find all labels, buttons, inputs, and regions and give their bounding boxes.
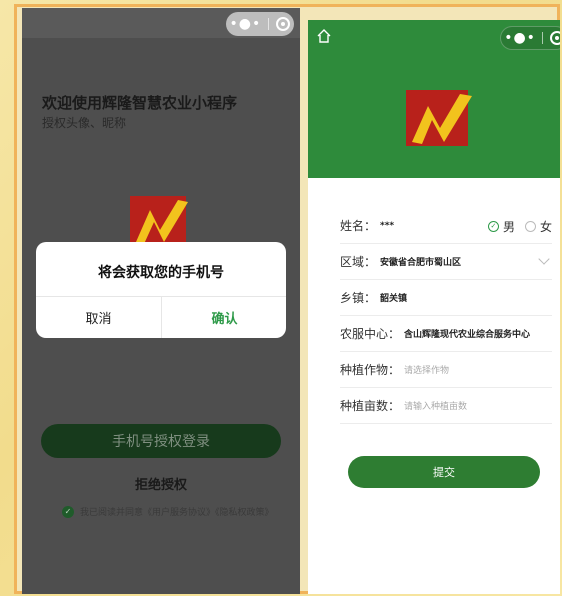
crop-label: 种植作物： [340, 363, 401, 377]
area-label: 种植亩数： [340, 399, 401, 413]
area-input[interactable]: 请输入种植亩数 [404, 399, 467, 412]
capsule-divider [542, 32, 544, 44]
more-dots-icon[interactable]: •●• [230, 17, 262, 31]
home-icon[interactable] [316, 28, 332, 44]
header-banner: •●• [308, 20, 560, 178]
close-target-icon[interactable] [276, 17, 291, 31]
name-label: 姓名： [340, 219, 377, 233]
crop-select[interactable]: 请选择作物 [404, 363, 449, 376]
refuse-auth-link[interactable]: 拒绝授权 [22, 474, 300, 493]
profile-form: 姓名： *** ✓ 男 女 区域： 安徽省合肥市蜀山区 乡镇： 韶关镇 农服中心… [340, 208, 552, 424]
gender-male-label: 男 [502, 219, 515, 234]
submit-button[interactable]: 提交 [348, 456, 540, 488]
huilong-logo [406, 90, 472, 146]
cancel-button[interactable]: 取消 [36, 297, 161, 338]
gender-selector: ✓ 男 女 [487, 208, 552, 244]
agree-check-icon[interactable]: ✓ [62, 505, 74, 518]
town-label: 乡镇： [340, 291, 377, 305]
more-dots-icon[interactable]: •●• [504, 31, 536, 45]
area-row[interactable]: 种植亩数： 请输入种植亩数 [340, 388, 552, 424]
gender-female-option[interactable]: 女 [524, 218, 552, 235]
radio-unchecked-icon [524, 220, 536, 232]
agreement-text: 我已阅读并同意《用户服务协议》《隐私权政策》 [80, 508, 274, 518]
profile-form-screen: •●• 姓名： *** ✓ 男 女 区域： 安徽省合肥市蜀山区 乡镇： 韶关镇 … [308, 20, 560, 594]
dialog-title: 将会获取您的手机号 [98, 265, 224, 281]
mini-program-capsule: •●• [226, 12, 294, 36]
service-center-value: 含山辉隆现代农业综合服务中心 [404, 330, 531, 340]
radio-checked-icon: ✓ [487, 220, 499, 232]
crop-row[interactable]: 种植作物： 请选择作物 [340, 352, 552, 388]
close-target-icon[interactable] [549, 31, 560, 45]
service-center-row[interactable]: 农服中心： 含山辉隆现代农业综合服务中心 [340, 316, 552, 352]
name-row: 姓名： *** ✓ 男 女 [340, 208, 552, 244]
gender-female-label: 女 [539, 219, 552, 234]
town-value: 韶关镇 [380, 294, 408, 304]
agreement-row: ✓ 我已阅读并同意《用户服务协议》《隐私权政策》 [62, 505, 274, 518]
welcome-title: 欢迎使用辉隆智慧农业小程序 [42, 94, 238, 112]
region-value: 安徽省合肥市蜀山区 [380, 258, 462, 268]
confirm-button[interactable]: 确认 [162, 297, 286, 338]
capsule-divider [268, 18, 270, 30]
name-field[interactable]: *** [380, 221, 394, 231]
region-row[interactable]: 区域： 安徽省合肥市蜀山区 [340, 244, 552, 280]
town-row[interactable]: 乡镇： 韶关镇 [340, 280, 552, 316]
auth-screen: •●• 欢迎使用辉隆智慧农业小程序 授权头像、昵称 将会获取您的手机号 取消 确… [22, 8, 300, 594]
phone-auth-dialog: 将会获取您的手机号 取消 确认 [36, 242, 286, 338]
mini-program-capsule: •●• [500, 26, 560, 50]
chevron-down-icon [538, 253, 550, 265]
region-label: 区域： [340, 255, 377, 269]
gender-male-option[interactable]: ✓ 男 [487, 218, 515, 235]
service-center-label: 农服中心： [340, 327, 401, 341]
welcome-subtitle: 授权头像、昵称 [42, 116, 127, 130]
phone-login-button[interactable]: 手机号授权登录 [41, 424, 281, 458]
huilong-logo [130, 196, 190, 246]
